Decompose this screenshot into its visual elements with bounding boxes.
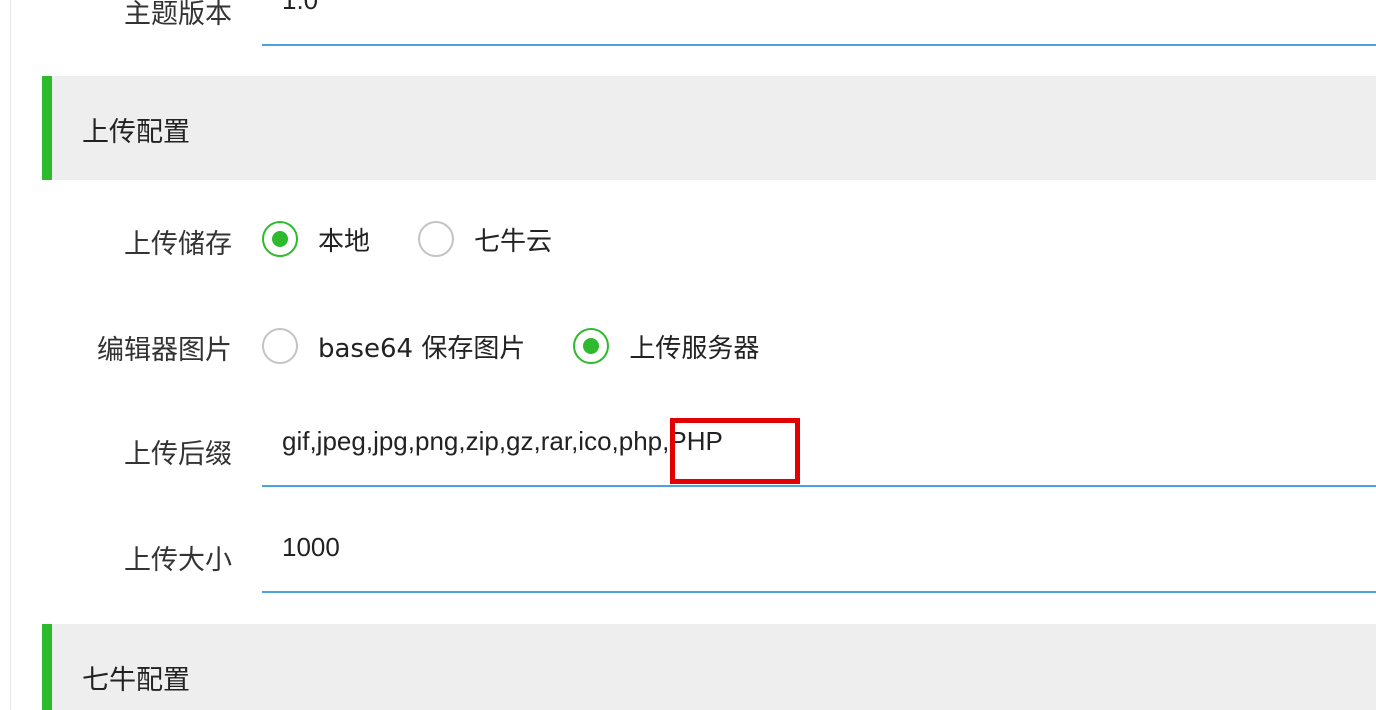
upload-suffix-label: 上传后缀 (124, 439, 232, 470)
radio-option-qiniu[interactable]: 七牛云 (418, 221, 552, 258)
radio-dot (583, 338, 600, 354)
section-title: 上传配置 (82, 117, 190, 148)
section-title: 七牛配置 (82, 665, 190, 696)
radio-unchecked-icon[interactable] (262, 328, 298, 364)
radio-label: 上传服务器 (629, 333, 760, 364)
radio-dot (272, 231, 288, 247)
upload-size-label: 上传大小 (124, 545, 232, 576)
radio-option-local[interactable]: 本地 (262, 221, 370, 258)
settings-page: 主题版本 上传配置 上传储存 本地 七牛云 编辑器图片 base64 保存图片 … (0, 0, 1376, 710)
editor-image-radio-group: base64 保存图片 上传服务器 (262, 316, 807, 376)
radio-label: 本地 (318, 226, 371, 257)
radio-label: base64 保存图片 (318, 333, 526, 364)
upload-size-input[interactable] (262, 503, 1376, 593)
theme-version-label: 主题版本 (124, 0, 232, 30)
upload-suffix-input[interactable] (262, 397, 1376, 487)
upload-storage-radio-group: 本地 七牛云 (262, 209, 600, 269)
radio-option-upload-server[interactable]: 上传服务器 (573, 328, 759, 365)
upload-config-header: 上传配置 (42, 76, 1376, 180)
radio-checked-icon[interactable] (573, 328, 610, 364)
radio-label: 七牛云 (474, 226, 553, 257)
upload-storage-label: 上传储存 (124, 229, 232, 260)
theme-version-input[interactable] (262, 0, 1376, 46)
qiniu-config-header: 七牛配置 (42, 624, 1376, 710)
radio-checked-icon[interactable] (262, 221, 298, 257)
editor-image-label: 编辑器图片 (97, 335, 232, 366)
radio-unchecked-icon[interactable] (418, 221, 455, 257)
radio-option-base64[interactable]: base64 保存图片 (262, 328, 525, 365)
